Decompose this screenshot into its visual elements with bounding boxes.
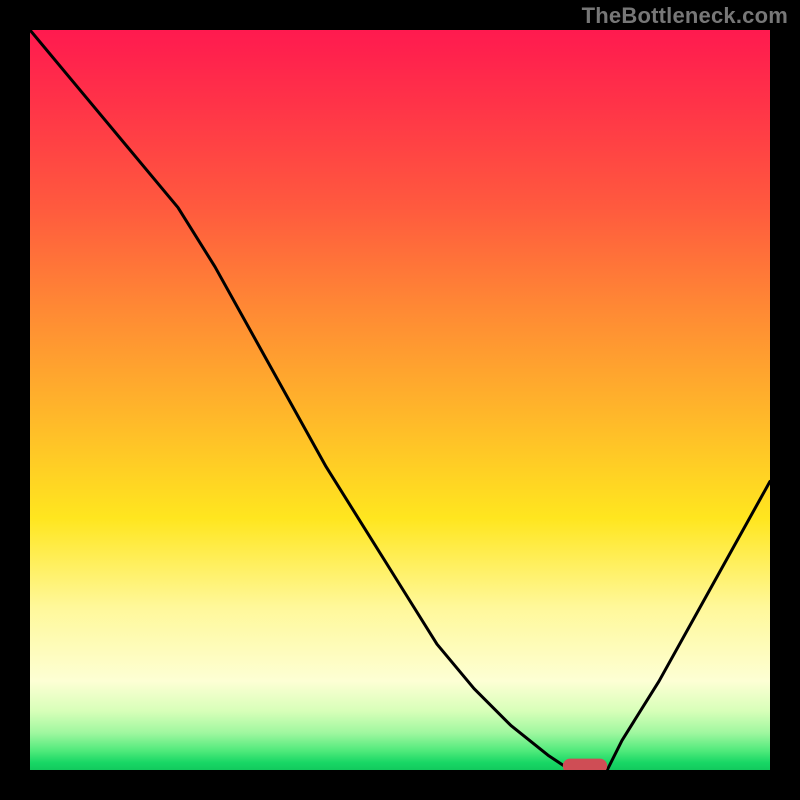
bottleneck-curve-path xyxy=(30,30,770,770)
chart-stage: TheBottleneck.com xyxy=(0,0,800,800)
optimal-marker xyxy=(563,759,607,770)
plot-area xyxy=(30,30,770,770)
watermark-text: TheBottleneck.com xyxy=(582,3,788,29)
curve-overlay xyxy=(30,30,770,770)
